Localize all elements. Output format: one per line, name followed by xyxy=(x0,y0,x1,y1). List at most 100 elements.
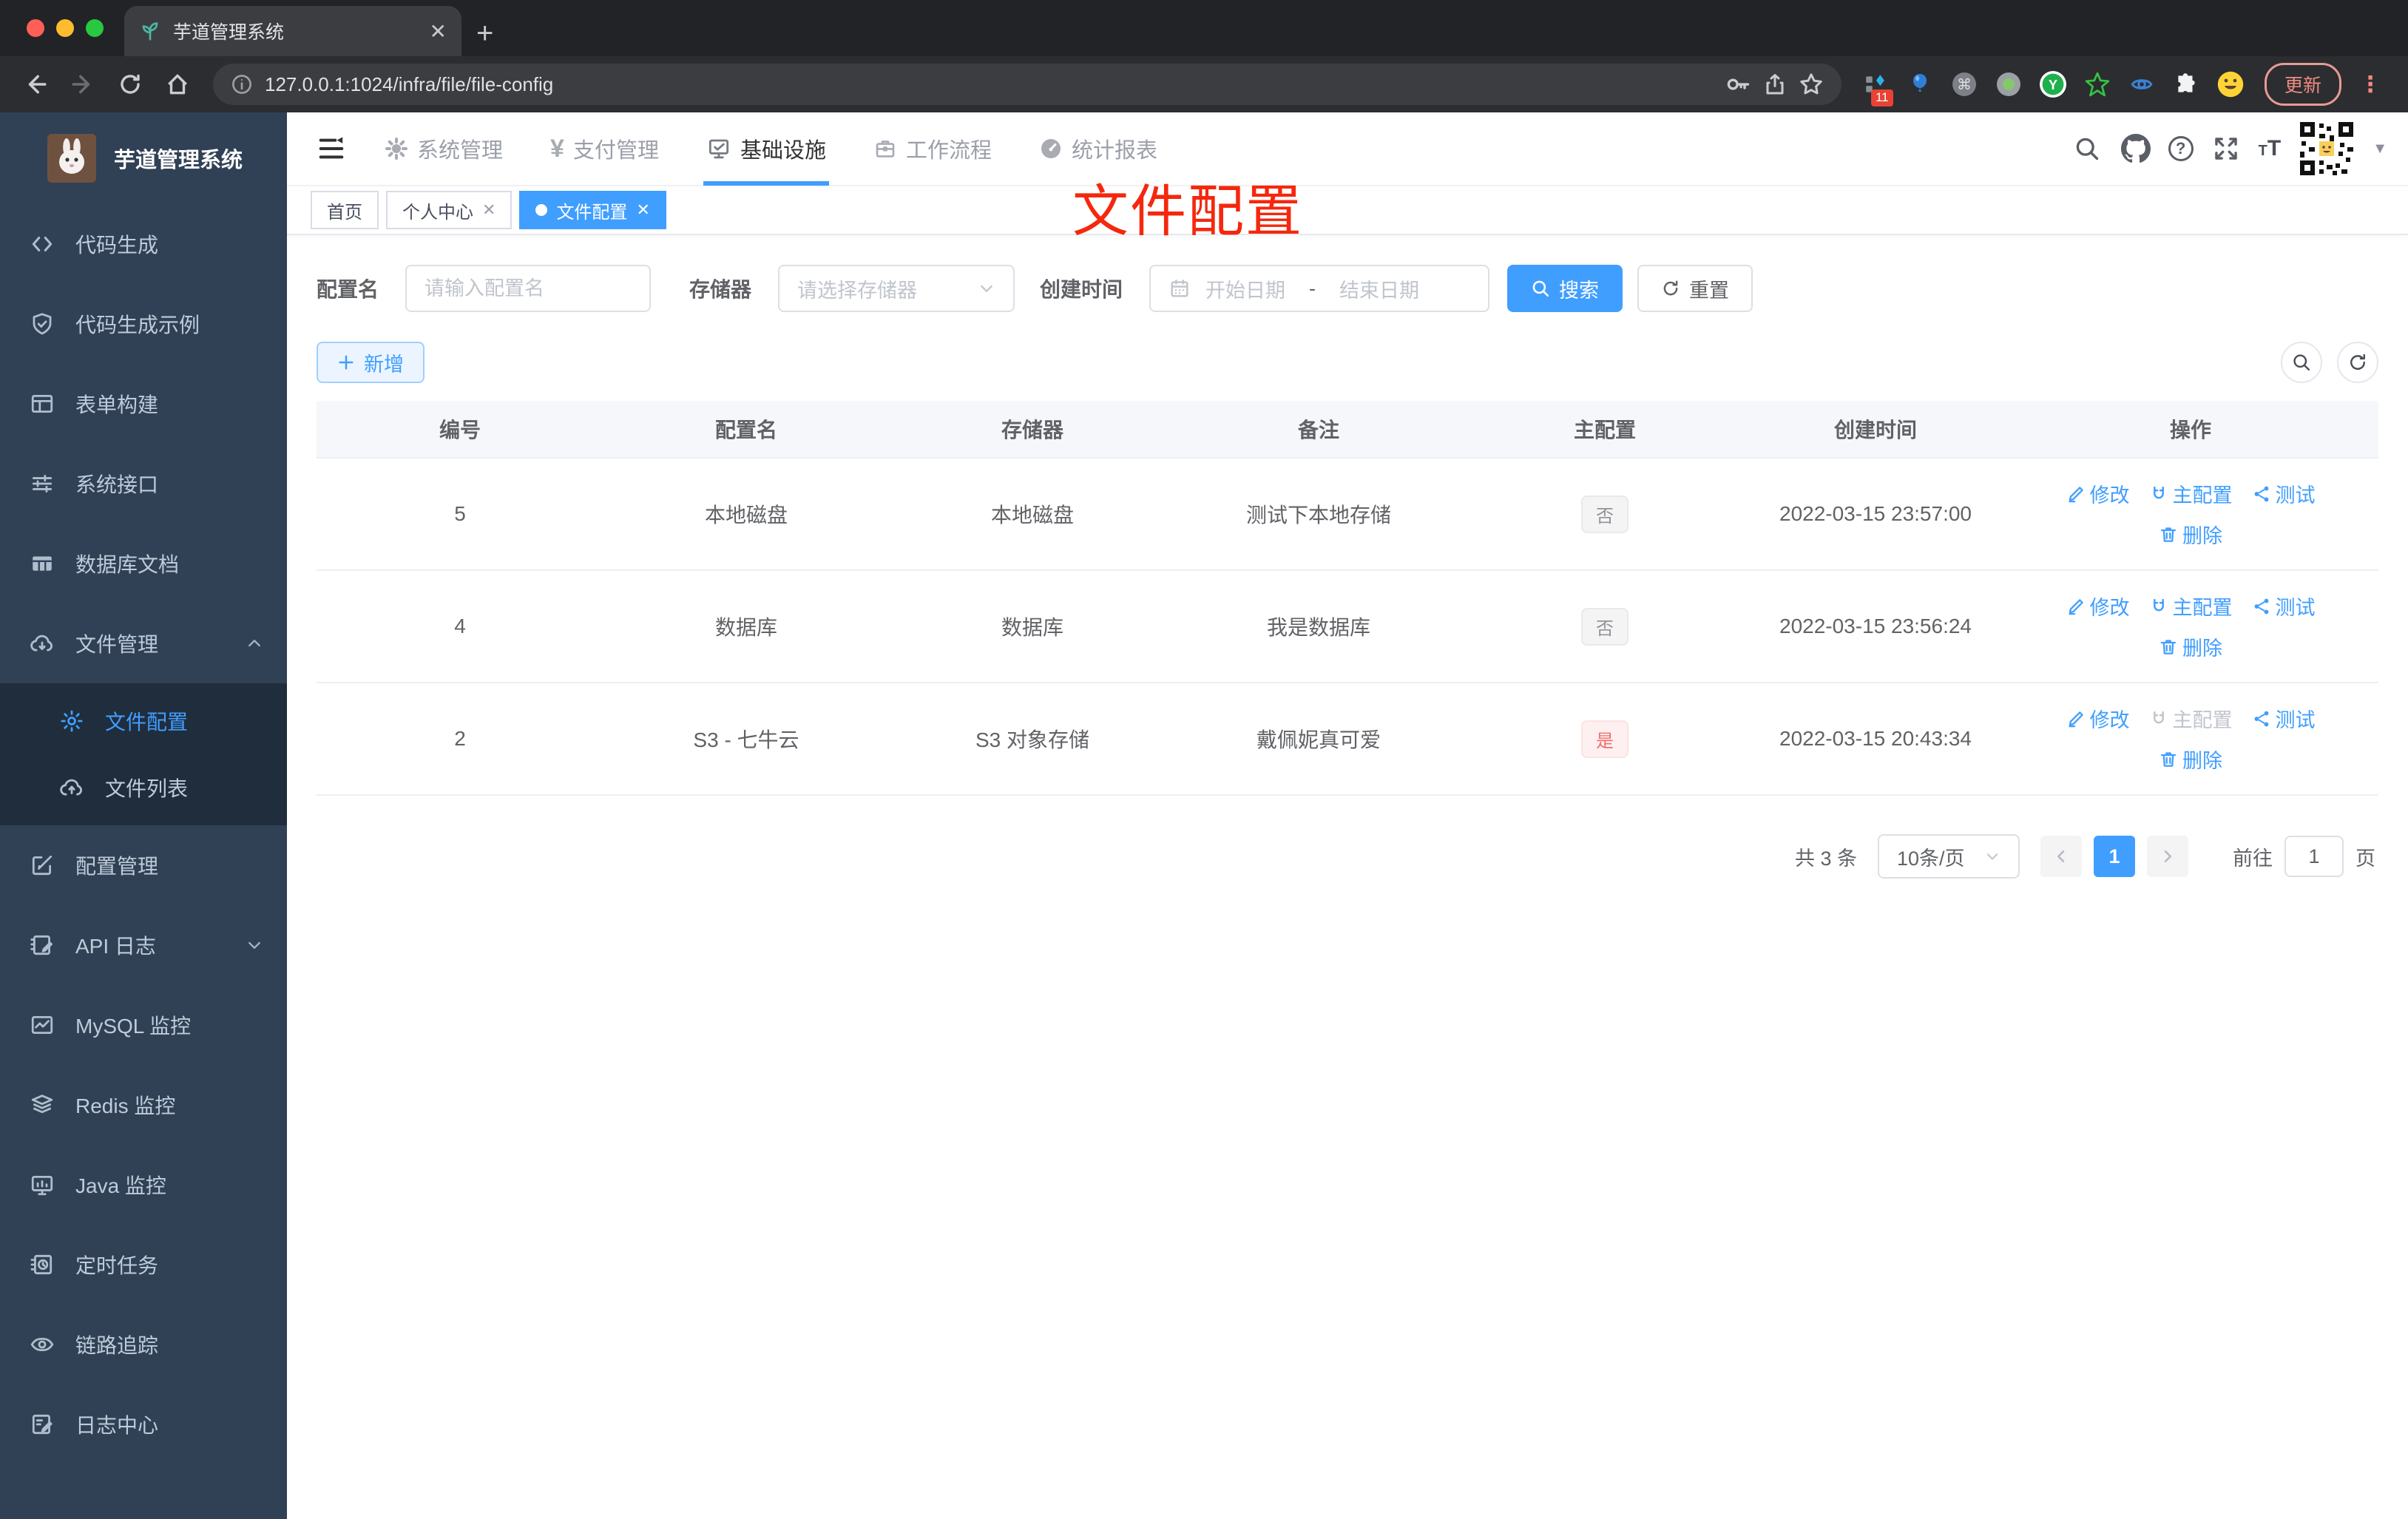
tag-profile[interactable]: 个人中心 ✕ xyxy=(386,191,513,229)
site-info-icon[interactable] xyxy=(231,73,253,95)
edit-action-label: 修改 xyxy=(2089,709,2130,731)
reload-icon[interactable] xyxy=(109,64,151,105)
sidebar-item-java-monitor[interactable]: Java 监控 xyxy=(0,1145,287,1225)
edit-action[interactable]: 修改 xyxy=(2066,479,2130,508)
master-action[interactable]: 主配置 xyxy=(2149,479,2233,508)
share-icon[interactable] xyxy=(1763,72,1787,96)
github-icon[interactable] xyxy=(2120,132,2152,165)
tag-home[interactable]: 首页 xyxy=(311,191,379,229)
delete-action[interactable]: 删除 xyxy=(2159,520,2222,549)
extension-notes-icon[interactable]: 11 xyxy=(1856,65,1895,106)
home-icon[interactable] xyxy=(157,64,198,105)
sidebar-item-redis-monitor[interactable]: Redis 监控 xyxy=(0,1065,287,1145)
new-tab-button[interactable]: + xyxy=(461,17,514,56)
window-controls[interactable] xyxy=(0,0,124,56)
table-toolbar: 新增 xyxy=(317,342,2378,383)
sidebar-item-code-gen[interactable]: 代码生成 xyxy=(0,204,287,284)
sidebar-item-config-manage[interactable]: 配置管理 xyxy=(0,825,287,905)
page-number-current[interactable]: 1 xyxy=(2094,836,2135,877)
table-search-toggle-button[interactable] xyxy=(2281,342,2322,383)
browser-tab[interactable]: 芋道管理系统 ✕ xyxy=(124,6,461,56)
sidebar-item-file-manage[interactable]: 文件管理 xyxy=(0,603,287,683)
sidebar-item-api-log[interactable]: API 日志 xyxy=(0,905,287,985)
extension-emoji-icon[interactable] xyxy=(2211,65,2250,104)
minimize-window-button[interactable] xyxy=(56,19,74,37)
config-name-input[interactable] xyxy=(405,265,652,312)
extension-balloon-icon[interactable] xyxy=(1901,65,1939,104)
date-range-picker[interactable]: 开始日期 - 结束日期 xyxy=(1149,265,1490,312)
sidebar-item-file-config[interactable]: 文件配置 xyxy=(0,688,287,754)
table-refresh-button[interactable] xyxy=(2337,342,2378,383)
nav-item-workflow[interactable]: 工作流程 xyxy=(856,112,1009,186)
sidebar-item-form-builder[interactable]: 表单构建 xyxy=(0,364,287,444)
cell-remark: 测试下本地存储 xyxy=(1245,504,1391,527)
extension-y-icon[interactable]: Y xyxy=(2034,65,2072,104)
fullscreen-icon[interactable] xyxy=(2210,132,2242,165)
delete-action[interactable]: 删除 xyxy=(2159,632,2222,661)
prev-page-button[interactable] xyxy=(2040,836,2082,877)
close-window-button[interactable] xyxy=(27,19,44,37)
password-key-icon[interactable] xyxy=(1725,71,1751,98)
search-icon[interactable] xyxy=(2071,132,2103,165)
url-bar[interactable]: 127.0.0.1:1024/infra/file/file-config xyxy=(213,64,1841,105)
bookmark-star-icon[interactable] xyxy=(1799,72,1824,97)
page-size-select[interactable]: 10条/页 xyxy=(1878,834,2020,879)
nav-item-payment[interactable]: ¥ 支付管理 xyxy=(532,112,677,186)
delete-action[interactable]: 删除 xyxy=(2159,745,2222,774)
extension-command-icon[interactable]: ⌘ xyxy=(1945,65,1983,104)
col-header-master: 主配置 xyxy=(1573,419,1636,442)
chevron-down-icon xyxy=(1984,848,2001,865)
nav-item-system[interactable]: 系统管理 xyxy=(367,112,521,186)
close-icon[interactable]: ✕ xyxy=(482,200,496,220)
extension-puzzle-icon[interactable] xyxy=(2167,65,2205,104)
test-action[interactable]: 测试 xyxy=(2252,592,2316,620)
cell-remark: 戴佩妮真可爱 xyxy=(1256,728,1381,751)
zoom-window-button[interactable] xyxy=(86,19,104,37)
master-action[interactable]: 主配置 xyxy=(2149,592,2233,620)
sidebar-collapse-icon[interactable] xyxy=(308,125,355,172)
extension-green-dot-icon[interactable] xyxy=(1989,65,2028,104)
tag-file-config[interactable]: 文件配置 ✕ xyxy=(519,191,666,229)
sidebar-item-system-api[interactable]: 系统接口 xyxy=(0,444,287,524)
sidebar-item-label: 文件列表 xyxy=(105,777,189,800)
next-page-button[interactable] xyxy=(2147,836,2188,877)
sidebar-item-file-list[interactable]: 文件列表 xyxy=(0,754,287,821)
sidebar-item-mysql-monitor[interactable]: MySQL 监控 xyxy=(0,985,287,1065)
search-button[interactable]: 搜索 xyxy=(1507,265,1623,312)
edit-action[interactable]: 修改 xyxy=(2066,704,2130,733)
cell-created: 2022-03-15 23:56:24 xyxy=(1779,615,1972,637)
help-icon[interactable]: ? xyxy=(2168,136,2194,161)
edit-action[interactable]: 修改 xyxy=(2066,592,2130,620)
browser-update-button[interactable]: 更新 xyxy=(2264,63,2341,106)
sidebar-item-tracing[interactable]: 链路追踪 xyxy=(0,1305,287,1384)
extension-star-icon[interactable] xyxy=(2078,65,2117,104)
add-button[interactable]: 新增 xyxy=(317,342,425,383)
extension-eye-icon[interactable] xyxy=(2123,65,2161,104)
sidebar-item-log-center[interactable]: 日志中心 xyxy=(0,1384,287,1464)
nav-item-reports[interactable]: 统计报表 xyxy=(1021,112,1175,186)
nav-item-infrastructure[interactable]: 基础设施 xyxy=(689,112,844,186)
filter-time-label: 创建时间 xyxy=(1040,278,1123,301)
test-action[interactable]: 测试 xyxy=(2252,479,2316,508)
reset-button[interactable]: 重置 xyxy=(1637,265,1753,312)
caret-down-icon[interactable]: ▼ xyxy=(2373,141,2387,158)
test-action[interactable]: 测试 xyxy=(2252,704,2316,733)
sidebar-item-scheduled-tasks[interactable]: 定时任务 xyxy=(0,1225,287,1305)
close-icon[interactable]: ✕ xyxy=(636,200,649,220)
sidebar-item-code-demo[interactable]: 代码生成示例 xyxy=(0,284,287,364)
user-avatar-qr[interactable] xyxy=(2297,119,2357,178)
sidebar-item-db-doc[interactable]: 数据库文档 xyxy=(0,524,287,603)
cell-id: 4 xyxy=(454,615,466,637)
config-name-input-field[interactable] xyxy=(425,277,632,300)
goto-page-input[interactable] xyxy=(2284,836,2344,877)
font-size-icon[interactable]: TT xyxy=(2259,136,2282,161)
tag-label: 首页 xyxy=(327,202,362,223)
forward-icon[interactable] xyxy=(62,64,104,105)
back-icon[interactable] xyxy=(15,64,56,105)
sidebar-item-label: 配置管理 xyxy=(75,855,159,878)
browser-toolbar: 127.0.0.1:1024/infra/file/file-config 11… xyxy=(0,56,2408,112)
sidebar-logo[interactable]: 芋道管理系统 xyxy=(0,112,287,204)
storage-select[interactable]: 请选择存储器 xyxy=(778,265,1015,312)
tab-close-icon[interactable]: ✕ xyxy=(430,19,447,44)
browser-menu-icon[interactable]: ⋮ xyxy=(2347,72,2393,98)
